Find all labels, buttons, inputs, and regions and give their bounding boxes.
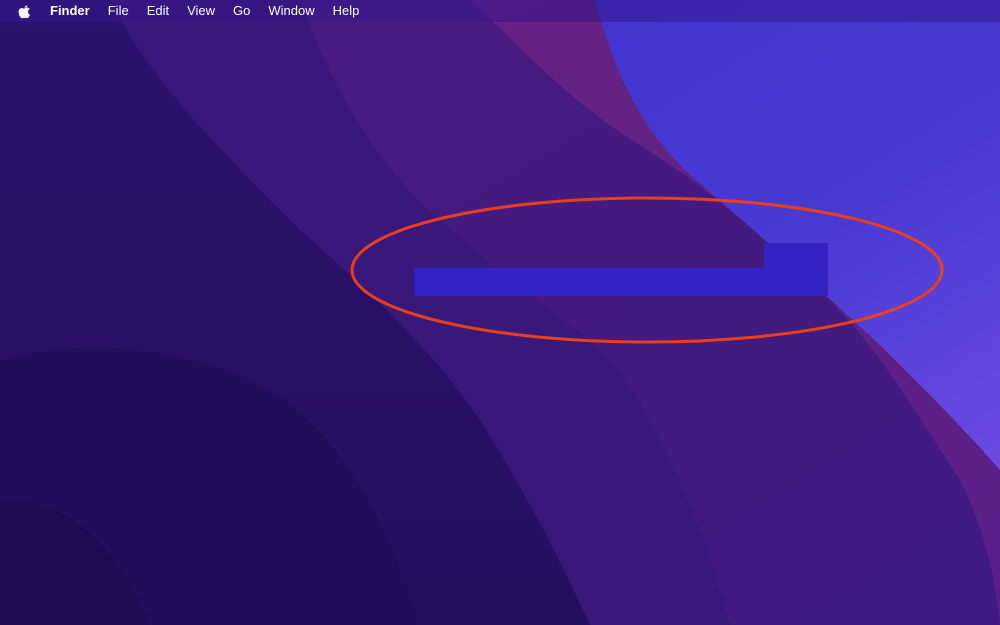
menu-edit[interactable]: Edit [138, 0, 178, 22]
menu-view[interactable]: View [178, 0, 224, 22]
apple-icon[interactable] [17, 3, 31, 19]
menu-finder[interactable]: Finder [41, 0, 99, 22]
menu-file[interactable]: File [99, 0, 138, 22]
desktop[interactable]: Finder File Edit View Go Window Help [0, 0, 1000, 625]
menu-help[interactable]: Help [324, 0, 369, 22]
menu-window[interactable]: Window [259, 0, 323, 22]
desktop-wallpaper [0, 0, 1000, 625]
menu-go[interactable]: Go [224, 0, 259, 22]
highlighted-region-bar [414, 268, 828, 296]
highlighted-region-tab [764, 243, 828, 269]
menu-bar: Finder File Edit View Go Window Help [0, 0, 1000, 22]
